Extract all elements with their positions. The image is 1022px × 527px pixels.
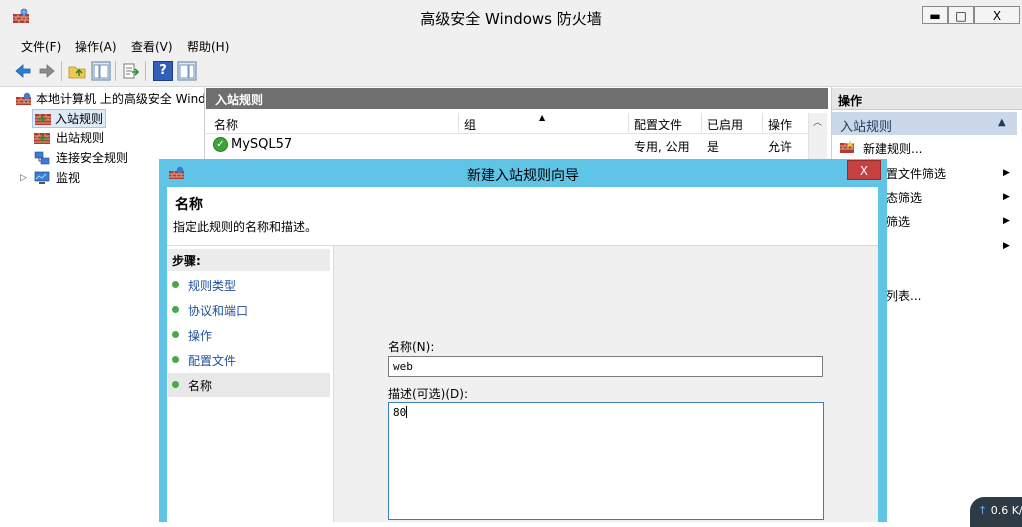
column-group[interactable]: 组 [464,116,476,133]
column-divider[interactable] [628,113,629,132]
tree-item-label: 出站规则 [56,131,105,145]
outbound-rules-icon [34,133,50,144]
console-tree-icon[interactable] [91,61,111,81]
description-input[interactable]: 80 [388,402,824,520]
window-title: 高级安全 Windows 防火墙 [420,10,602,28]
cell-profile: 专用, 公用 [634,140,690,154]
column-profile[interactable]: 配置文件 [634,116,682,133]
collapse-arrow-icon[interactable]: ▲ [998,117,1006,128]
action-filter-by-state[interactable]: 态筛选 [886,189,922,206]
cell-name: MySQL57 [231,137,293,152]
cell-enabled: 是 [707,140,720,154]
toolbar-separator [145,61,146,81]
step-name[interactable]: 名称 [188,377,212,394]
expand-arrow-icon[interactable]: ▷ [20,169,27,187]
column-name[interactable]: 名称 [214,116,238,133]
center-title: 入站规则 [215,93,264,107]
column-divider[interactable] [458,113,459,132]
forward-arrow-icon[interactable] [37,61,57,81]
network-speed-text: ↑ 0.6 K/s [978,504,1022,517]
dialog-close-button[interactable]: X [847,160,881,180]
connection-security-icon [34,151,50,165]
submenu-arrow-icon: ▶ [1003,216,1010,226]
description-text: 80 [393,406,407,419]
tree-item-monitoring[interactable]: ▷ 监视 [20,169,170,187]
dialog-header [167,187,878,246]
export-list-icon[interactable] [121,61,141,81]
tree-item-label: 入站规则 [55,112,104,126]
maximize-button[interactable]: □ [948,6,974,24]
scroll-up-icon[interactable]: ︿ [813,115,822,128]
action-filter-by-profile[interactable]: 置文件筛选 [886,165,946,182]
name-field-label: 名称(N): [388,340,435,354]
name-input[interactable]: web [388,356,823,377]
upload-arrow-icon: ↑ [978,504,988,517]
steps-title: 步骤: [172,254,201,268]
step-dot-icon [172,381,179,388]
close-button[interactable]: X [974,6,1020,24]
toolbar-separator [61,61,62,81]
new-rule-icon [840,140,854,153]
monitor-icon [34,171,50,184]
tree-item-label: 连接安全规则 [56,151,129,165]
back-arrow-icon[interactable] [13,61,33,81]
submenu-arrow-icon: ▶ [1003,241,1010,251]
center-header [206,88,828,109]
step-rule-type[interactable]: 规则类型 [188,277,236,294]
action-pane-icon[interactable] [177,61,197,81]
submenu-arrow-icon: ▶ [1003,192,1010,202]
tree-item-outbound-rules[interactable]: 出站规则 [32,129,182,147]
actions-section-title: 入站规则 [840,120,893,135]
help-icon[interactable]: ? [153,61,173,81]
tree-root[interactable]: 本地计算机 上的高级安全 Windows [10,90,204,108]
step-dot-icon [172,356,179,363]
menu-action[interactable]: 操作(A) [75,38,117,55]
action-new-rule[interactable]: 新建规则... [863,140,922,157]
menu-file[interactable]: 文件(F) [21,38,61,55]
description-field-label: 描述(可选)(D): [388,387,469,401]
sort-ascending-icon: ▲ [539,113,546,122]
step-profile[interactable]: 配置文件 [188,352,236,369]
dialog-title: 新建入站规则向导 [467,168,579,184]
dialog-heading: 名称 [175,197,203,213]
action-export-list[interactable]: 列表... [886,287,921,304]
rule-enabled-check-icon: ✓ [213,137,228,152]
text-caret [406,406,408,418]
submenu-arrow-icon: ▶ [1003,168,1010,178]
minimize-button[interactable]: ▬ [922,6,948,24]
toolbar-separator [115,61,116,81]
actions-title: 操作 [838,94,863,108]
dialog-description: 指定此规则的名称和描述。 [173,220,318,234]
column-divider[interactable] [762,113,763,132]
column-enabled[interactable]: 已启用 [707,116,743,133]
tree-root-label: 本地计算机 上的高级安全 Windows [36,92,204,106]
tree-item-inbound-rules[interactable]: 入站规则 [32,109,106,128]
step-protocol-ports[interactable]: 协议和端口 [188,302,248,319]
step-dot-icon [172,306,179,313]
inbound-rules-icon [35,114,51,125]
menu-help[interactable]: 帮助(H) [187,38,229,55]
column-divider[interactable] [701,113,702,132]
tree-item-label: 监视 [56,171,81,185]
step-action[interactable]: 操作 [188,327,212,344]
cell-action: 允许 [768,140,793,154]
step-dot-icon [172,281,179,288]
folder-up-icon[interactable] [67,61,87,81]
firewall-icon [16,92,31,105]
menu-view[interactable]: 查看(V) [131,38,173,55]
step-dot-icon [172,331,179,338]
column-action[interactable]: 操作 [768,116,792,133]
action-filter-by-group[interactable]: 筛选 [886,213,910,230]
network-speed-value: 0.6 K/s [990,504,1022,517]
